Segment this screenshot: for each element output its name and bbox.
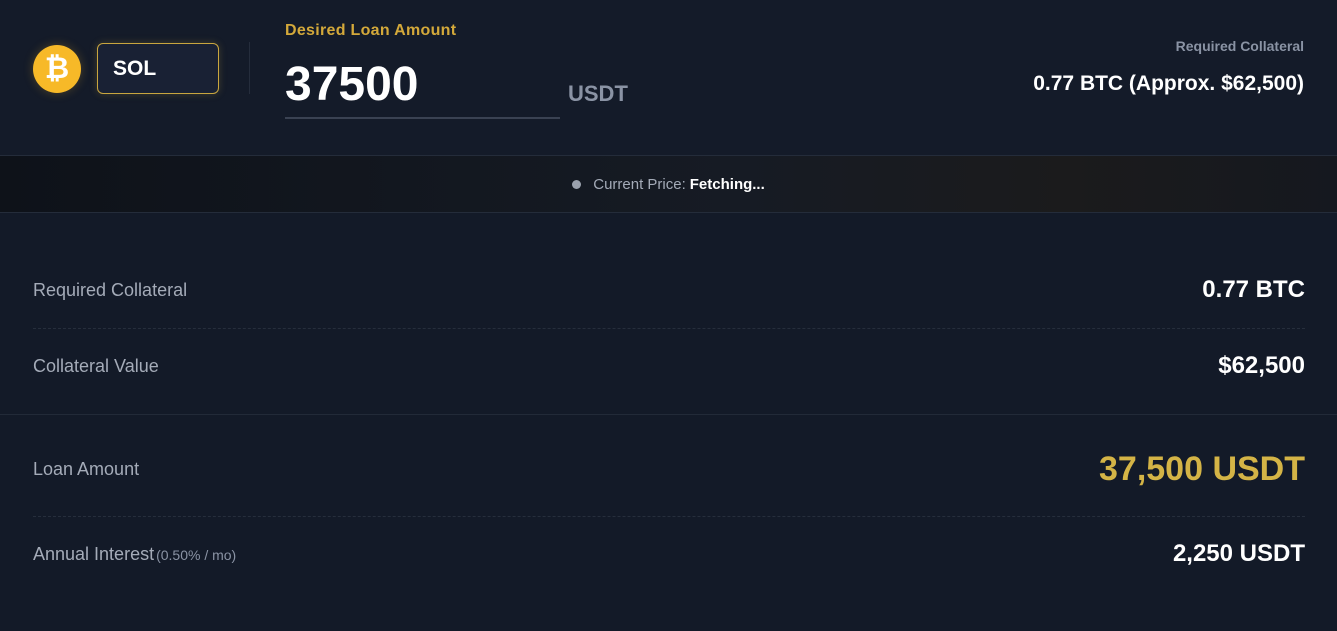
- detail-value: 0.77 BTC: [1202, 276, 1305, 303]
- detail-value: 2,250 USDT: [1172, 540, 1305, 567]
- section-divider: [0, 414, 1337, 415]
- detail-label: Loan Amount: [33, 458, 140, 479]
- detail-label-group: Annual Interest (0.50% / mo): [33, 544, 236, 565]
- loan-header: ₿ SOL Desired Loan Amount USDT Required …: [0, 0, 1337, 156]
- status-dot-icon: [572, 179, 582, 189]
- coin-select[interactable]: SOL: [97, 43, 219, 94]
- detail-row-loan-amount: Loan Amount 37,500 USDT: [33, 449, 1305, 489]
- coin-select-value: SOL: [113, 56, 157, 80]
- detail-row-collateral-value: Collateral Value $62,500: [33, 351, 1305, 381]
- row-divider: [33, 328, 1305, 329]
- detail-value-highlight: 37,500 USDT: [1099, 449, 1305, 488]
- required-collateral-summary: 0.77 BTC (Approx. $62,500): [1033, 72, 1304, 95]
- loan-amount-input[interactable]: [285, 52, 560, 119]
- detail-value: $62,500: [1218, 352, 1305, 379]
- current-price-bar: Current Price: Fetching...: [0, 156, 1337, 213]
- detail-row-annual-interest: Annual Interest (0.50% / mo) 2,250 USDT: [33, 539, 1305, 569]
- detail-label: Required Collateral: [33, 279, 188, 300]
- detail-row-required-collateral: Required Collateral 0.77 BTC: [33, 275, 1305, 305]
- row-divider: [33, 516, 1305, 517]
- loan-amount-label: Desired Loan Amount: [285, 22, 457, 39]
- current-price-value: Fetching...: [689, 175, 765, 193]
- loan-currency-unit: USDT: [568, 81, 628, 106]
- detail-label: Collateral Value: [33, 355, 159, 376]
- bitcoin-glyph: ₿: [44, 52, 70, 85]
- header-divider: [249, 42, 250, 94]
- required-collateral-label: Required Collateral: [1175, 38, 1304, 54]
- detail-label: Annual Interest: [33, 543, 155, 564]
- current-price-label: Current Price:: [593, 175, 686, 193]
- bitcoin-icon: ₿: [33, 45, 81, 93]
- detail-sublabel: (0.50% / mo): [156, 546, 237, 563]
